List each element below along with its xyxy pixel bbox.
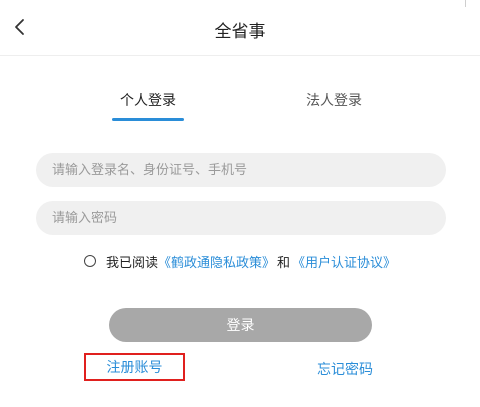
active-tab-indicator <box>112 118 184 121</box>
page-title: 全省事 <box>214 22 266 42</box>
password-input[interactable] <box>36 201 446 235</box>
agreement-row: 我已阅读 《鹤政通隐私政策》 和 《用户认证协议》 <box>0 251 480 271</box>
tab-corporate-login[interactable]: 法人登录 <box>298 90 370 110</box>
login-page: 全省事 个人登录 法人登录 我已阅读 《鹤政通隐私政策》 和 《用户认证协议》 … <box>0 0 480 407</box>
login-button[interactable]: 登录 <box>109 308 372 342</box>
agreement-radio[interactable] <box>83 255 96 267</box>
agreement-prefix: 我已阅读 <box>105 255 158 271</box>
privacy-policy-link[interactable]: 《鹤政通隐私政策》 <box>158 252 275 271</box>
tab-personal-login[interactable]: 个人登录 <box>112 90 184 110</box>
register-account-link[interactable]: 注册账号 <box>84 353 185 381</box>
login-tabs: 个人登录 法人登录 <box>0 82 480 122</box>
user-auth-agreement-link[interactable]: 《用户认证协议》 <box>292 252 396 271</box>
account-input[interactable] <box>36 153 446 187</box>
agreement-and-text: 和 <box>277 255 291 271</box>
forgot-password-link[interactable]: 忘记密码 <box>310 359 380 379</box>
header-bar: 全省事 <box>0 0 480 56</box>
